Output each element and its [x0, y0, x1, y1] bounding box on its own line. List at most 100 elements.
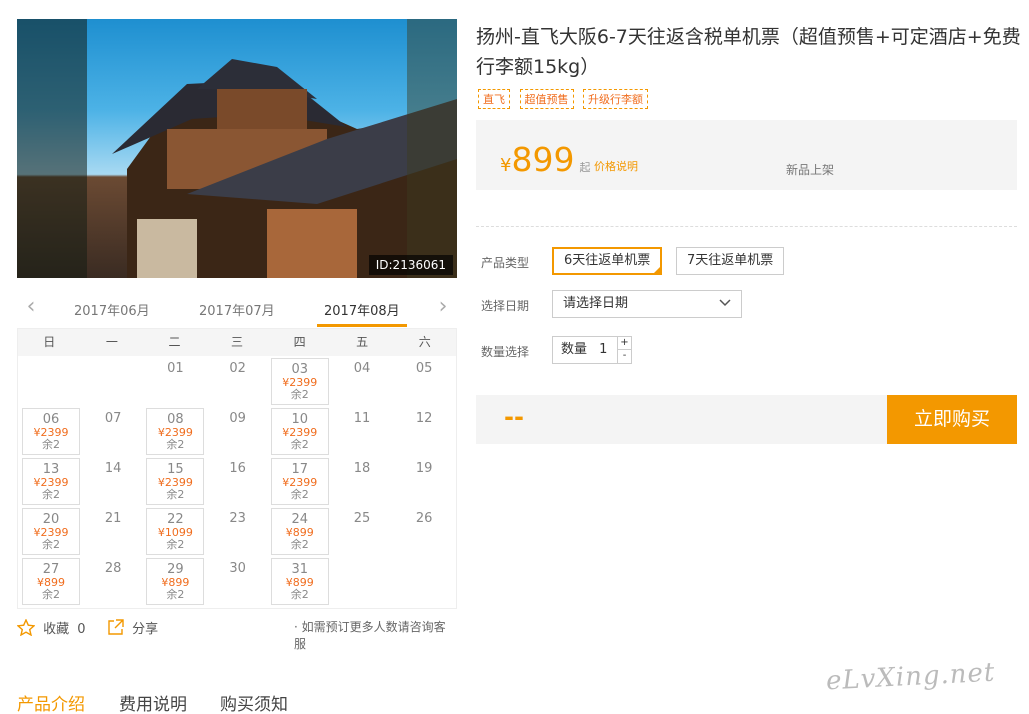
day-number: 30 [229, 561, 246, 576]
calendar-day: 25 [333, 508, 391, 555]
day-remaining: 余2 [166, 438, 185, 451]
type-option-6day[interactable]: 6天往返单机票 [552, 247, 663, 275]
tag-presale: 超值预售 [519, 89, 574, 109]
calendar-day[interactable]: 03 ¥2399 余2 [270, 358, 329, 405]
calendar-day: 14 [84, 458, 142, 505]
quantity-text: 数量 [561, 342, 588, 357]
calendar-day: 19 [395, 458, 453, 505]
price-suffix: 起 [579, 161, 591, 174]
tab-purchase-notice[interactable]: 购买须知 [220, 690, 288, 714]
calendar-day: 26 [395, 508, 453, 555]
date-select[interactable]: 请选择日期 [552, 290, 742, 318]
month-tab-june[interactable]: 2017年06月 [74, 300, 150, 319]
product-tags: 直飞 超值预售 升级行李额 [478, 89, 654, 109]
calendar-day[interactable]: 10 ¥2399 余2 [270, 408, 329, 455]
action-row: 收藏 0 分享 · 如需预订更多人数请咨询客服 [16, 618, 457, 651]
price-value: 899 [511, 140, 575, 179]
chevron-down-icon [719, 291, 731, 317]
day-number: 06 [42, 412, 60, 427]
date-label: 选择日期 [481, 299, 530, 313]
quantity-label: 数量选择 [481, 345, 530, 359]
day-remaining: 余2 [166, 538, 185, 551]
tab-fee-description[interactable]: 费用说明 [119, 690, 187, 714]
calendar-day: 04 [333, 358, 391, 405]
type-option-7day[interactable]: 7天往返单机票 [676, 247, 785, 275]
day-number: 17 [291, 462, 309, 477]
day-number: 11 [353, 411, 371, 426]
quantity-value[interactable]: 1 [599, 342, 607, 357]
chevron-right-icon[interactable]: › [433, 296, 453, 318]
watermark-logo: eLvXing.net [825, 657, 997, 697]
calendar-day: 30 [209, 558, 267, 605]
day-remaining: 余2 [290, 438, 309, 451]
share-icon [108, 619, 124, 635]
day-remaining: 余2 [42, 588, 60, 601]
calendar-day[interactable]: 31 ¥899 余2 [270, 558, 329, 605]
day-number: 20 [42, 512, 60, 527]
calendar-month-nav: ‹ 2017年06月 2017年07月 2017年08月 › [17, 290, 457, 328]
favorite-button[interactable]: 收藏 0 [16, 618, 86, 637]
calendar-day: 28 [84, 558, 142, 605]
calendar-day: 05 [395, 358, 453, 405]
calendar-day[interactable]: 27 ¥899 余2 [22, 558, 80, 605]
calendar-day[interactable]: 08 ¥2399 余2 [146, 408, 205, 455]
day-number: 31 [291, 562, 309, 577]
chevron-left-icon[interactable]: ‹ [21, 296, 41, 318]
tag-direct-flight: 直飞 [478, 89, 510, 109]
calendar-day: 12 [395, 408, 453, 455]
day-remaining: 余2 [42, 438, 60, 451]
weekday-label: 二 [168, 335, 181, 349]
quantity-plus-button[interactable]: + [617, 337, 631, 350]
weekday-label: 四 [293, 335, 306, 349]
calendar-day[interactable]: 13 ¥2399 余2 [22, 458, 80, 505]
day-number: 09 [229, 411, 246, 426]
total-price: -- [504, 403, 524, 431]
day-number: 22 [167, 512, 184, 527]
favorite-count: 0 [77, 622, 86, 637]
buy-now-button[interactable]: 立即购买 [887, 395, 1017, 444]
price-note-link[interactable]: 价格说明 [594, 158, 638, 174]
calendar-day[interactable]: 29 ¥899 余2 [146, 558, 205, 605]
calendar-day[interactable]: 24 ¥899 余2 [270, 508, 329, 555]
product-hero-image: ID:2136061 [17, 19, 457, 278]
tab-product-intro[interactable]: 产品介绍 [17, 690, 85, 714]
calendar-day[interactable]: 20 ¥2399 余2 [22, 508, 80, 555]
calendar-day[interactable]: 06 ¥2399 余2 [22, 408, 80, 455]
day-number: 16 [229, 461, 246, 476]
temple-photo [17, 19, 457, 278]
day-number: 18 [353, 461, 371, 476]
day-number: 04 [353, 361, 371, 376]
product-id-badge: ID:2136061 [368, 255, 453, 275]
day-number: 12 [415, 411, 433, 426]
calendar-day: 18 [333, 458, 391, 505]
calendar-day: 16 [209, 458, 267, 505]
price: ¥899 起 [500, 140, 591, 179]
day-remaining: 余2 [290, 588, 309, 601]
quantity-minus-button[interactable]: - [617, 350, 631, 363]
day-number: 23 [229, 511, 246, 526]
day-number: 29 [167, 562, 184, 577]
month-tab-july[interactable]: 2017年07月 [199, 300, 275, 319]
purchase-bar: -- 立即购买 [476, 395, 1017, 444]
day-remaining: 余2 [42, 488, 60, 501]
month-tab-august[interactable]: 2017年08月 [324, 300, 400, 319]
favorite-label: 收藏 [43, 622, 70, 637]
calendar-day: 23 [209, 508, 267, 555]
divider [476, 226, 1017, 227]
calendar-day[interactable]: 22 ¥1099 余2 [146, 508, 205, 555]
day-number: 25 [353, 511, 371, 526]
calendar-days: 01 02 03 ¥2399 余2 04 05 06 ¥2399 余2 07 08 ¥2399 余2 09 1… [18, 356, 456, 608]
day-number: 08 [167, 412, 184, 427]
day-remaining: 余2 [290, 388, 309, 401]
day-number: 24 [291, 512, 309, 527]
calendar-day[interactable]: 17 ¥2399 余2 [270, 458, 329, 505]
calendar-day: 11 [333, 408, 391, 455]
day-number: 05 [415, 361, 433, 376]
weekday-label: 六 [418, 335, 431, 349]
day-number: 01 [167, 361, 184, 376]
share-button[interactable]: 分享 [107, 618, 158, 637]
day-number: 07 [104, 411, 122, 426]
day-remaining: 余2 [166, 488, 185, 501]
calendar-day[interactable]: 15 ¥2399 余2 [146, 458, 205, 505]
calendar-day: 02 [209, 358, 267, 405]
